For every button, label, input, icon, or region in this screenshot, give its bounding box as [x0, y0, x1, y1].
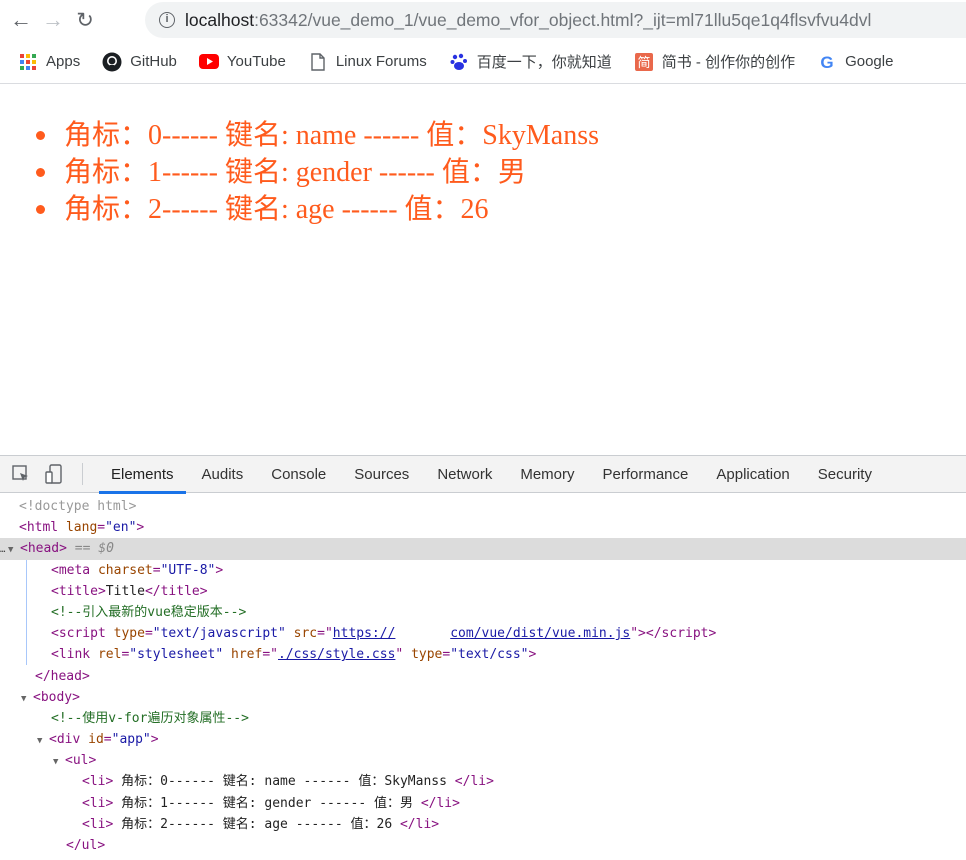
tab-console[interactable]: Console [257, 456, 340, 493]
tab-memory[interactable]: Memory [506, 456, 588, 493]
tab-audits[interactable]: Audits [188, 456, 258, 493]
bookmark-label: YouTube [226, 53, 286, 70]
dom-node-div-app[interactable]: ▼ <div id="app"> [0, 729, 966, 750]
bookmark-label: Google [845, 53, 894, 70]
tab-security[interactable]: Security [804, 456, 886, 493]
dom-node-head-close[interactable]: </head> [0, 666, 966, 687]
tab-elements[interactable]: Elements [97, 456, 188, 494]
bookmarks-bar: Apps GitHub YouTube Linux Forums 百度一下，你就… [0, 40, 966, 84]
bookmark-jianshu[interactable]: 简 简书 - 创作你的创作 [634, 51, 795, 72]
browser-toolbar: ← → ↻ i localhost:63342/vue_demo_1/vue_d… [0, 0, 966, 40]
dom-node-doctype[interactable]: <!doctype html> [0, 496, 966, 517]
script-src-link[interactable]: https:// [333, 626, 396, 641]
dom-node-meta[interactable]: <meta charset="UTF-8"> [0, 560, 966, 581]
youtube-icon [198, 52, 219, 72]
collapse-triangle-icon[interactable]: ▼ [8, 540, 20, 561]
svg-text:简: 简 [637, 55, 650, 71]
device-toolbar-icon[interactable] [44, 463, 66, 485]
toolbar-divider [82, 463, 83, 485]
baidu-icon [449, 52, 469, 72]
bullet-icon [36, 205, 45, 214]
url-text: localhost:63342/vue_demo_1/vue_demo_vfor… [185, 9, 872, 30]
collapse-triangle-icon[interactable]: ▼ [37, 731, 49, 752]
dom-node-body[interactable]: ▼ <body> [0, 687, 966, 708]
bookmark-github[interactable]: GitHub [102, 52, 177, 72]
dom-node-link[interactable]: <link rel="stylesheet" href="./css/style… [0, 644, 966, 665]
apps-grid-icon [18, 52, 38, 72]
dom-node-html[interactable]: <html lang="en"> [0, 517, 966, 538]
bookmark-label: Apps [46, 53, 81, 70]
dom-node-li[interactable]: <li> 角标：0------ 键名: name ------ 值：SkyMan… [0, 771, 966, 792]
bookmark-baidu[interactable]: 百度一下，你就知道 [449, 51, 612, 72]
collapse-triangle-icon[interactable]: ▼ [53, 752, 65, 773]
bookmark-label: 简书 - 创作你的创作 [661, 54, 796, 71]
dom-node-head[interactable]: … ▼ <head> == $0 [0, 538, 966, 561]
inspect-element-icon[interactable] [10, 463, 32, 485]
tab-performance[interactable]: Performance [589, 456, 703, 493]
bookmark-label: GitHub [130, 53, 177, 70]
back-arrow-icon[interactable]: ← [5, 4, 37, 36]
tab-application[interactable]: Application [702, 456, 803, 493]
tab-sources[interactable]: Sources [340, 456, 423, 493]
dom-node-li[interactable]: <li> 角标：1------ 键名: gender ------ 值：男 </… [0, 793, 966, 814]
script-src-link-tail[interactable]: com/vue/dist/vue.min.js [450, 626, 630, 641]
google-icon: G [817, 52, 837, 72]
tab-network[interactable]: Network [423, 456, 506, 493]
forward-arrow-icon[interactable]: → [37, 4, 69, 36]
bullet-icon [36, 168, 45, 177]
vfor-list: 角标：0------ 键名: name ------ 值：SkyManss 角标… [36, 117, 599, 228]
dom-node-ul[interactable]: ▼ <ul> [0, 750, 966, 771]
bookmark-google[interactable]: G Google [817, 52, 893, 72]
dom-node-comment[interactable]: <!--使用v-for遍历对象属性--> [0, 708, 966, 729]
bookmark-label: 百度一下，你就知道 [476, 54, 612, 71]
dom-node-comment[interactable]: <!--引入最新的vue稳定版本--> [0, 602, 966, 623]
list-item: 角标：0------ 键名: name ------ 值：SkyManss [36, 117, 599, 154]
collapse-triangle-icon[interactable]: ▼ [21, 689, 33, 710]
dom-node-script[interactable]: <script type="text/javascript" src="http… [0, 623, 966, 644]
info-icon[interactable]: i [159, 12, 175, 28]
devtools-panel: Elements Audits Console Sources Network … [0, 455, 966, 860]
bookmark-label: Linux Forums [335, 53, 427, 70]
bookmark-linux-forums[interactable]: Linux Forums [308, 52, 427, 72]
svg-text:G: G [820, 53, 833, 71]
dom-node-li[interactable]: <li> 角标：2------ 键名: age ------ 值：26 </li… [0, 814, 966, 835]
page-icon [308, 52, 328, 72]
bookmark-youtube[interactable]: YouTube [198, 52, 286, 72]
github-icon [102, 52, 122, 72]
bookmark-apps[interactable]: Apps [18, 52, 80, 72]
reload-icon[interactable]: ↻ [69, 4, 101, 36]
list-item: 角标：2------ 键名: age ------ 值：26 [36, 191, 599, 228]
address-bar[interactable]: i localhost:63342/vue_demo_1/vue_demo_vf… [145, 2, 966, 38]
dom-tree: <!doctype html> <html lang="en"> … ▼ <head… [0, 493, 966, 856]
jianshu-icon: 简 [634, 52, 654, 72]
dom-node-ul-close[interactable]: </ul> [0, 835, 966, 856]
stylesheet-link[interactable]: ./css/style.css [278, 647, 395, 662]
devtools-toolbar: Elements Audits Console Sources Network … [0, 456, 966, 494]
bullet-icon [36, 131, 45, 140]
list-item: 角标：1------ 键名: gender ------ 值：男 [36, 154, 599, 191]
dom-node-title[interactable]: <title>Title</title> [0, 581, 966, 602]
devtools-tabs: Elements Audits Console Sources Network … [97, 456, 886, 494]
